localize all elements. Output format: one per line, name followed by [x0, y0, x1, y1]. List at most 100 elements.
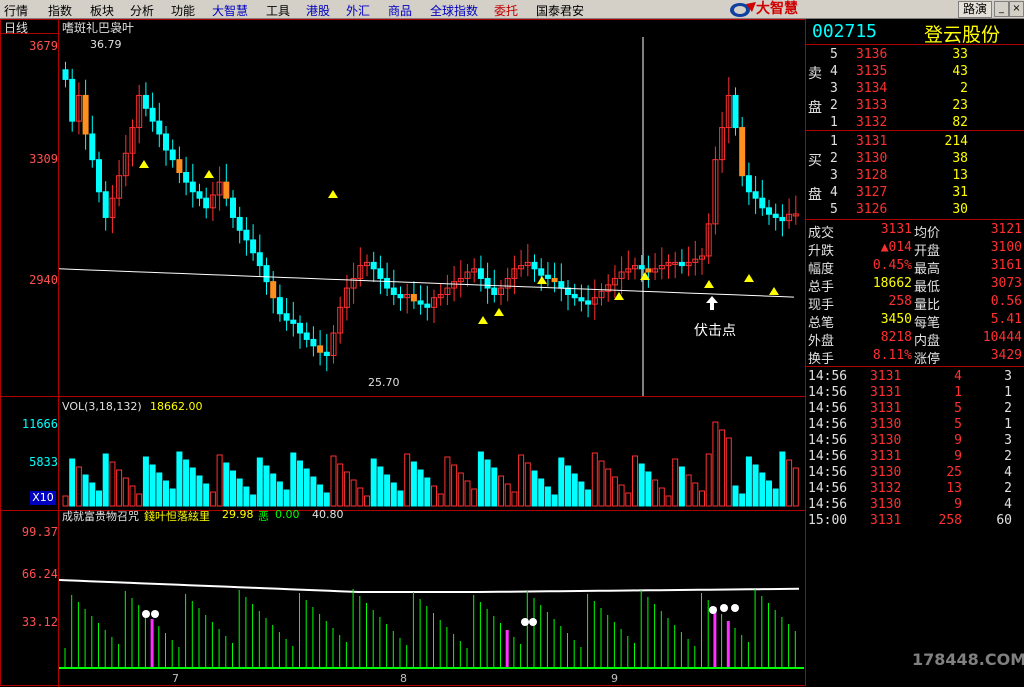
ind-value-1: 29.98 — [222, 508, 254, 521]
buy-signal-marker — [494, 308, 504, 316]
volume-bar — [745, 456, 752, 507]
tick-row: 14:56 3131 9 2 — [806, 449, 1024, 466]
cell: 43 — [952, 64, 968, 79]
cell: 18662 — [872, 276, 912, 291]
volume-bar — [585, 489, 592, 507]
bid-row: 4 3127 31 — [806, 185, 1024, 202]
cell: 1 — [1004, 385, 1012, 400]
stat-row: 换手 8.11% 涨停 3429 — [806, 348, 1024, 367]
candle-body — [538, 268, 545, 276]
volume-bar — [451, 464, 458, 507]
route-button[interactable]: 路演 — [958, 1, 992, 18]
menu-item-index[interactable]: 指数 — [48, 2, 72, 19]
y-tick: 2940 — [29, 273, 58, 287]
volume-bar — [752, 464, 759, 507]
volume-bar — [410, 461, 417, 507]
candle-body — [250, 239, 257, 254]
cell: 8218 — [880, 330, 912, 345]
tick-row: 14:56 3130 9 4 — [806, 497, 1024, 514]
cell: 14:56 — [808, 497, 848, 512]
period-label[interactable]: 日线 — [4, 19, 28, 36]
menu-item-broker[interactable]: 国泰君安 — [536, 2, 584, 19]
cell: 4 — [1004, 497, 1012, 512]
volume-bar — [243, 486, 250, 507]
menu-item-trade[interactable]: 委托 — [494, 2, 518, 19]
cell: 14:56 — [808, 385, 848, 400]
volume-bar — [149, 464, 156, 507]
cell: 13 — [952, 168, 968, 183]
cell: 3130 — [870, 497, 902, 512]
candlestick-chart[interactable] — [59, 20, 804, 396]
tick-row: 14:56 3131 5 2 — [806, 401, 1024, 418]
menu-item-hk[interactable]: 港股 — [306, 2, 330, 19]
cell: 总笔 — [808, 316, 835, 331]
cell: 3127 — [856, 185, 888, 200]
candle-body — [142, 94, 149, 109]
candle-body — [169, 149, 176, 161]
cell: 外盘 — [808, 334, 835, 349]
stat-row: 现手 258 量比 0.56 — [806, 294, 1024, 313]
indicator-chart[interactable] — [59, 522, 804, 672]
buy-signal-marker — [328, 190, 338, 198]
menu-item-commodity[interactable]: 商品 — [388, 2, 412, 19]
volume-bar — [203, 483, 210, 507]
candle-body — [283, 313, 290, 321]
menu-item-global-index[interactable]: 全球指数 — [430, 2, 478, 19]
volume-bar — [390, 482, 397, 507]
candle-body — [276, 297, 283, 315]
cell: 幅度 — [808, 262, 835, 277]
x-date: 8 — [400, 672, 407, 685]
candle-body — [156, 120, 163, 135]
candle-body — [189, 181, 196, 193]
volume-bar — [337, 463, 344, 507]
signal-dot — [709, 606, 717, 614]
volume-bar — [638, 463, 645, 507]
cell: 14:56 — [808, 481, 848, 496]
cell: 3132 — [870, 481, 902, 496]
tick-list[interactable]: 14:56 3131 4 3 14:56 3131 1 1 14:56 3131 5 2 14:56 31… — [806, 368, 1024, 536]
volume-bar — [477, 451, 484, 507]
menu-item-tools[interactable]: 工具 — [266, 2, 290, 19]
volume-bar — [424, 477, 431, 507]
cell: 内盘 — [914, 334, 941, 349]
minimize-icon[interactable]: _ — [994, 1, 1009, 17]
cell: 4 — [830, 185, 838, 200]
menu-item-analysis[interactable]: 分析 — [130, 2, 154, 19]
signal-dot — [521, 618, 529, 626]
menu-item-functions[interactable]: 功能 — [171, 2, 195, 19]
candle-body — [645, 268, 652, 273]
cell: 2 — [1004, 481, 1012, 496]
cell: 214 — [944, 134, 968, 149]
volume-bar — [183, 459, 190, 507]
signal-dot — [720, 604, 728, 612]
candle-body — [491, 287, 498, 295]
volume-bar — [645, 471, 652, 507]
cell: 3135 — [856, 64, 888, 79]
volume-bar — [317, 484, 324, 507]
cell: 258 — [888, 294, 912, 309]
menu-item-fx[interactable]: 外汇 — [346, 2, 370, 19]
volume-chart[interactable] — [59, 412, 804, 508]
stock-name: 登云股份 — [924, 24, 1001, 46]
volume-bar — [75, 466, 82, 507]
volume-bar — [692, 482, 699, 507]
candle-body — [779, 216, 786, 222]
candle-body — [745, 175, 752, 193]
cell: 38 — [952, 151, 968, 166]
menu-item-quotes[interactable]: 行情 — [4, 2, 28, 19]
cell: 5 — [954, 401, 962, 416]
candle-body — [303, 332, 310, 340]
volume-bar — [290, 452, 297, 507]
cell: 60 — [996, 513, 1012, 528]
bid-row: 5 3126 30 — [806, 202, 1024, 219]
menu-item-dzh[interactable]: 大智慧 — [212, 2, 248, 19]
cell: 3134 — [856, 81, 888, 96]
cell: 25 — [946, 465, 962, 480]
signal-dot — [151, 610, 159, 618]
volume-bar — [323, 492, 330, 507]
menu-item-sector[interactable]: 板块 — [90, 2, 114, 19]
volume-bar — [109, 461, 116, 507]
candle-body — [638, 265, 645, 270]
close-icon[interactable]: × — [1009, 1, 1024, 17]
cell: 3126 — [856, 202, 888, 217]
